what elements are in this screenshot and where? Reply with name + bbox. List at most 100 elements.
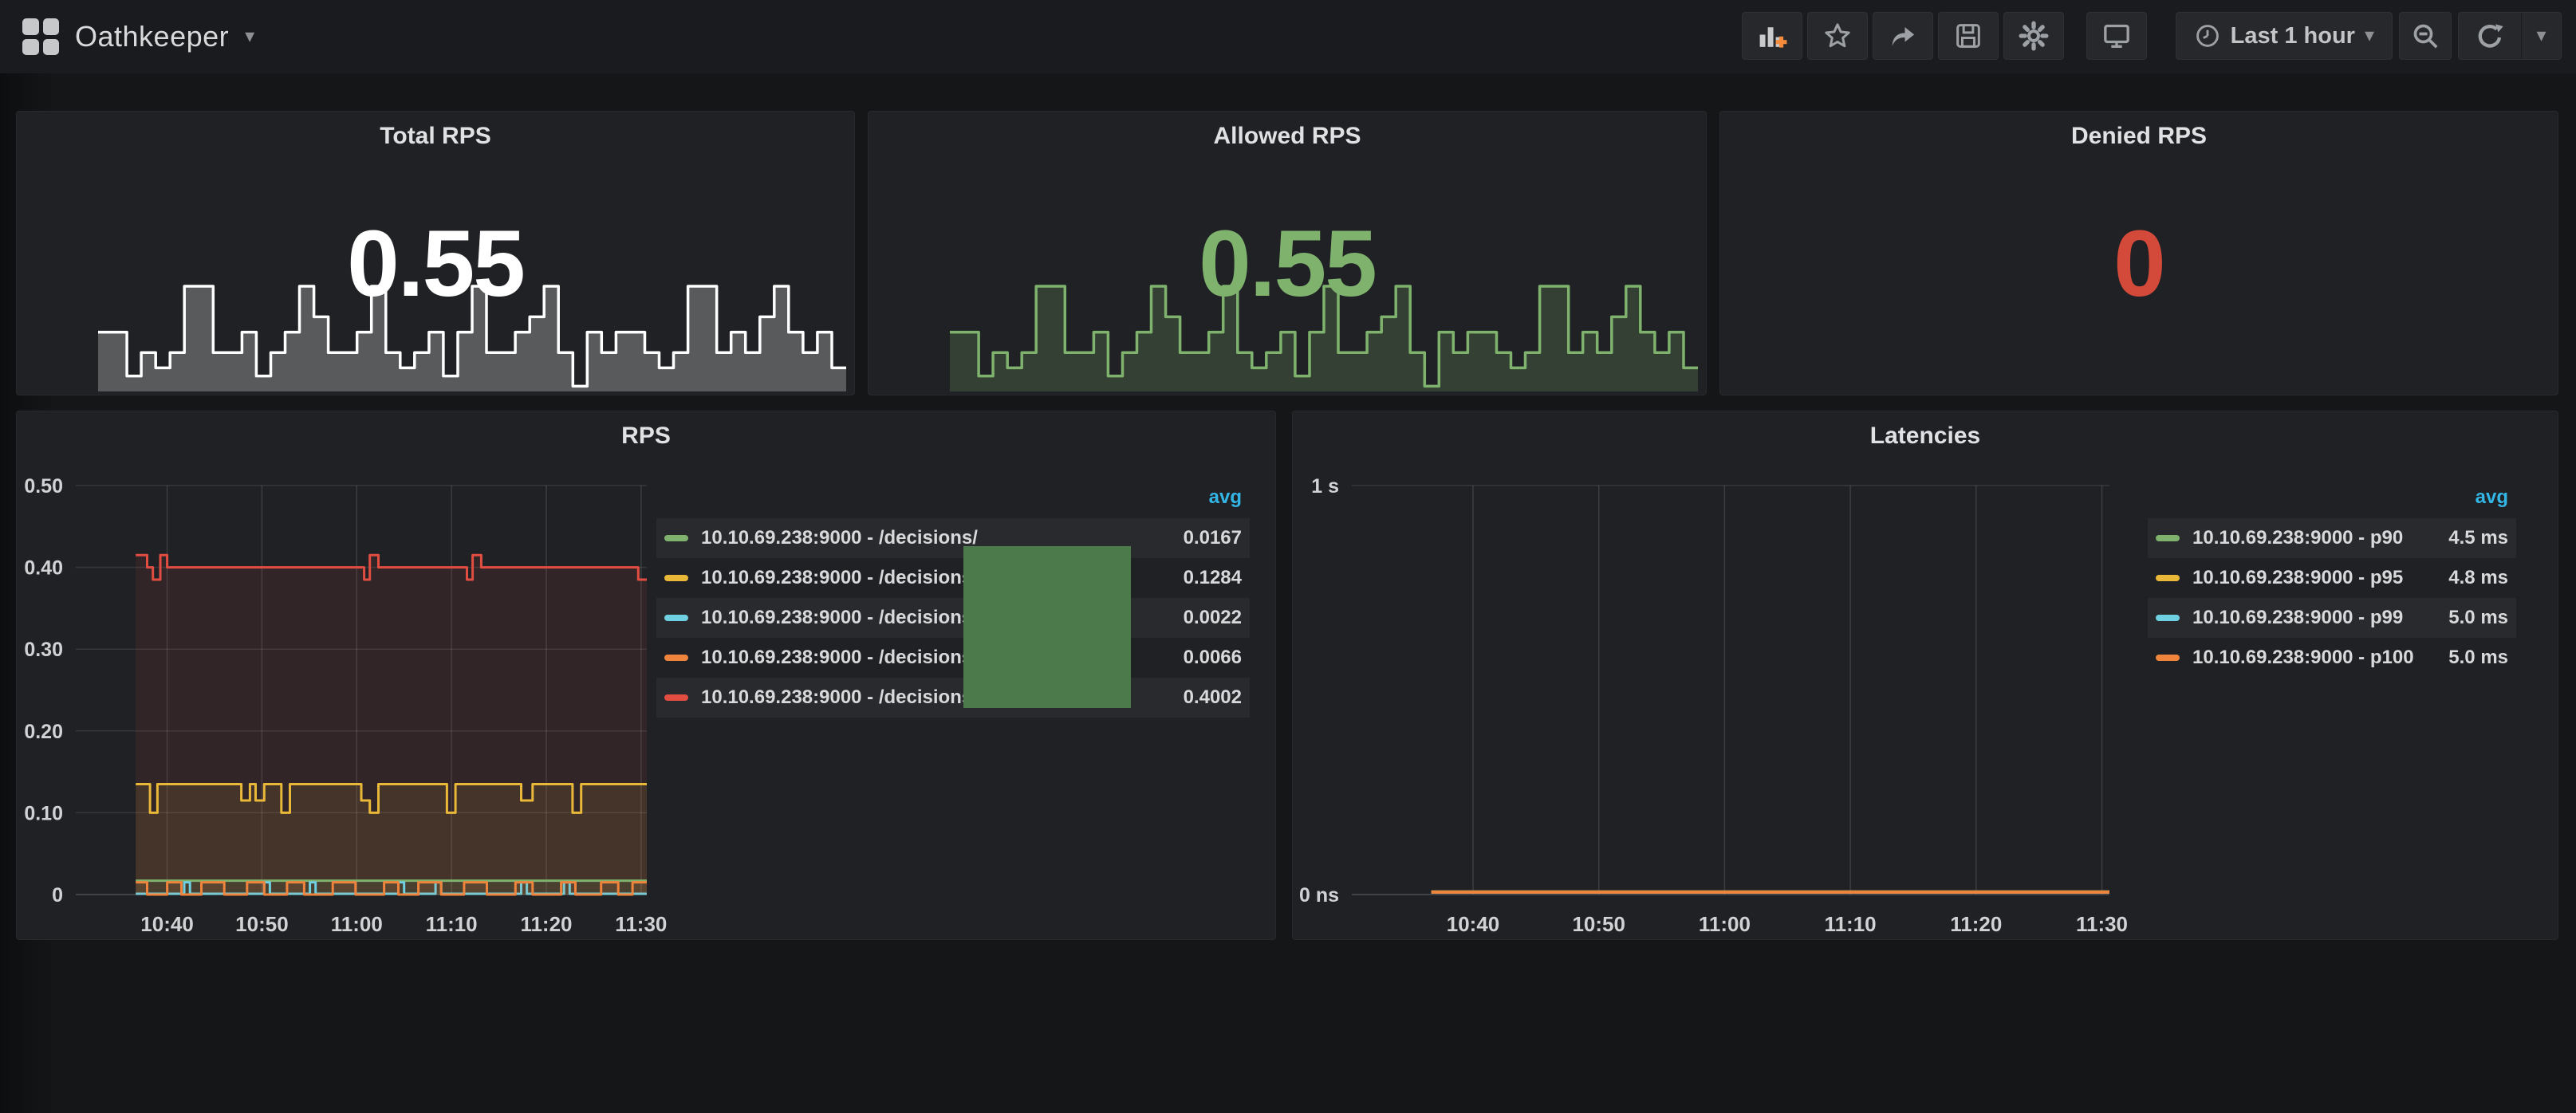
time-range-caret-icon: ▾ [2365, 26, 2374, 45]
legend-row[interactable]: 10.10.69.238:9000 - p90 4.5 ms [2148, 518, 2516, 558]
sparkline [950, 285, 1698, 391]
series-color-swatch-icon[interactable] [664, 655, 688, 661]
zoom-out-button[interactable] [2399, 12, 2452, 60]
legend-avg-value: 0.0022 [1184, 607, 1242, 629]
legend-series-label[interactable]: 10.10.69.238:9000 - /decisions/ [701, 527, 978, 549]
add-panel-button[interactable] [1742, 12, 1802, 60]
legend-series-label[interactable]: 10.10.69.238:9000 - /decisions/ [701, 607, 978, 629]
legend-row[interactable]: 10.10.69.238:9000 - /decisions/0.4002 [656, 678, 1250, 718]
series-color-swatch-icon[interactable] [664, 535, 688, 541]
refresh-interval-dropdown[interactable]: ▾ [2521, 13, 2561, 59]
series-color-swatch-icon[interactable] [664, 575, 688, 581]
dashboards-grid-icon[interactable] [22, 18, 59, 55]
legend-row[interactable]: 10.10.69.238:9000 - p99 5.0 ms [2148, 598, 2516, 638]
legend-avg-value: 5.0 ms [2448, 647, 2508, 669]
refresh-button[interactable] [2459, 13, 2521, 59]
svg-text:0.40: 0.40 [24, 557, 63, 580]
legend-series-label[interactable]: 10.10.69.238:9000 - /decisions/ [701, 647, 978, 669]
add-panel-icon [1756, 20, 1788, 52]
series-color-swatch-icon[interactable] [2156, 615, 2180, 621]
panel-allowed-rps: Allowed RPS 0.55 [868, 111, 1707, 395]
cycle-view-mode-button[interactable] [2086, 12, 2147, 60]
legend-avg-header: avg [2148, 477, 2516, 518]
svg-text:10:40: 10:40 [140, 912, 194, 936]
panel-title[interactable]: Denied RPS [1720, 123, 2558, 150]
panel-denied-rps: Denied RPS 0 [1719, 111, 2558, 395]
panel-title[interactable]: Total RPS [17, 123, 854, 150]
svg-text:11:20: 11:20 [520, 912, 572, 936]
svg-text:11:00: 11:00 [1699, 912, 1751, 936]
legend-series-label[interactable]: 10.10.69.238:9000 - p90 [2192, 527, 2403, 549]
svg-text:11:10: 11:10 [1825, 912, 1877, 936]
favorite-button[interactable] [1807, 12, 1868, 60]
panel-total-rps: Total RPS 0.55 [16, 111, 855, 395]
svg-text:0 ns: 0 ns [1299, 884, 1339, 907]
stat-value: 0 [1720, 204, 2558, 324]
svg-text:0.20: 0.20 [24, 721, 63, 743]
legend-avg-value: 0.0167 [1184, 527, 1242, 549]
svg-text:10:50: 10:50 [1572, 912, 1625, 936]
legend-row[interactable]: 10.10.69.238:9000 - /decisions/0.1284 [656, 558, 1250, 598]
latencies-legend: avg10.10.69.238:9000 - p904.5 ms10.10.69… [2148, 477, 2516, 678]
legend-series-label[interactable]: 10.10.69.238:9000 - p100 [2192, 647, 2414, 669]
legend-avg-value: 0.4002 [1184, 686, 1242, 709]
legend-series-label[interactable]: 10.10.69.238:9000 - /decisions/ [701, 567, 978, 589]
save-icon [1952, 20, 1984, 52]
share-button[interactable] [1873, 12, 1933, 60]
legend-avg-value: 0.0066 [1184, 647, 1242, 669]
clock-icon [2194, 22, 2221, 49]
sparkline [98, 285, 846, 391]
time-range-picker[interactable]: Last 1 hour ▾ [2176, 12, 2393, 60]
panel-title[interactable]: Allowed RPS [869, 123, 1706, 150]
legend-series-label[interactable]: 10.10.69.238:9000 - p99 [2192, 607, 2403, 629]
svg-text:11:10: 11:10 [426, 912, 478, 936]
svg-text:0.30: 0.30 [24, 639, 63, 661]
legend-series-label[interactable]: 10.10.69.238:9000 - p95 [2192, 567, 2403, 589]
legend-row[interactable]: 10.10.69.238:9000 - p100 5.0 ms [2148, 638, 2516, 678]
panel-title[interactable]: Latencies [1293, 423, 2558, 450]
svg-text:11:30: 11:30 [615, 912, 667, 936]
share-icon [1887, 20, 1919, 52]
monitor-icon [2101, 20, 2133, 52]
legend-row[interactable]: 10.10.69.238:9000 - /decisions/0.0022 [656, 598, 1250, 638]
svg-text:0.10: 0.10 [24, 802, 63, 824]
refresh-split-button: ▾ [2458, 12, 2562, 60]
panel-latencies-graph: Latencies 10:40 10:50 11:00 11:10 11:20 11:30… [1292, 411, 2558, 940]
series-color-swatch-icon[interactable] [2156, 535, 2180, 541]
dashboard-title-caret-icon[interactable]: ▾ [245, 27, 254, 46]
gear-icon [2018, 20, 2050, 52]
latencies-chart[interactable]: 10:40 10:50 11:00 11:10 11:20 11:30 0 ns 1 s [1293, 474, 2138, 952]
green-overlay-box [963, 546, 1131, 708]
svg-text:11:30: 11:30 [2076, 912, 2128, 936]
legend-avg-value: 4.8 ms [2448, 567, 2508, 589]
legend-avg-value: 0.1284 [1184, 567, 1242, 589]
svg-text:10:50: 10:50 [235, 912, 289, 936]
panel-title[interactable]: RPS [17, 423, 1275, 450]
time-range-label: Last 1 hour [2231, 23, 2355, 49]
svg-text:11:20: 11:20 [1950, 912, 2002, 936]
rps-chart[interactable]: 10:40 10:50 11:00 11:10 11:20 11:30 0 0.10 0.20 0… [17, 474, 679, 952]
svg-text:11:00: 11:00 [331, 912, 383, 936]
svg-text:10:40: 10:40 [1447, 912, 1500, 936]
series-color-swatch-icon[interactable] [664, 615, 688, 621]
series-color-swatch-icon[interactable] [664, 694, 688, 701]
legend-avg-value: 4.5 ms [2448, 527, 2508, 549]
svg-text:0.50: 0.50 [24, 475, 63, 498]
svg-text:1 s: 1 s [1311, 475, 1339, 498]
legend-row[interactable]: 10.10.69.238:9000 - /decisions/0.0167 [656, 518, 1250, 558]
rps-legend: avg10.10.69.238:9000 - /decisions/0.0167… [656, 477, 1250, 718]
legend-row[interactable]: 10.10.69.238:9000 - p95 4.8 ms [2148, 558, 2516, 598]
refresh-icon [2474, 20, 2506, 52]
svg-text:0: 0 [52, 884, 63, 907]
settings-button[interactable] [2003, 12, 2064, 60]
dashboard-title[interactable]: Oathkeeper [75, 20, 229, 53]
save-button[interactable] [1938, 12, 1999, 60]
refresh-caret-icon: ▾ [2536, 26, 2546, 45]
series-color-swatch-icon[interactable] [2156, 575, 2180, 581]
legend-series-label[interactable]: 10.10.69.238:9000 - /decisions/ [701, 686, 978, 709]
zoom-out-icon [2409, 20, 2441, 52]
legend-row[interactable]: 10.10.69.238:9000 - /decisions/0.0066 [656, 638, 1250, 678]
series-color-swatch-icon[interactable] [2156, 655, 2180, 661]
legend-avg-value: 5.0 ms [2448, 607, 2508, 629]
legend-avg-header: avg [656, 477, 1250, 518]
